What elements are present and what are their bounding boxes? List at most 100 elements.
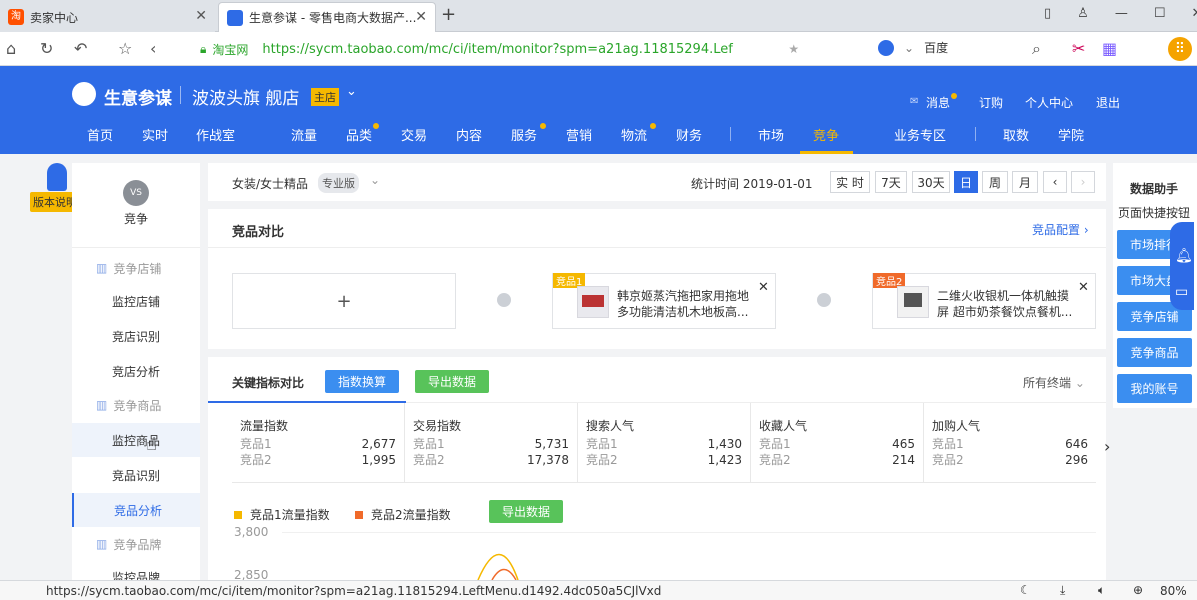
bell-icon[interactable]: 🔔︎: [1175, 248, 1193, 264]
top-link-profile[interactable]: 个人中心: [1025, 94, 1073, 111]
new-tab-button[interactable]: +: [441, 4, 456, 25]
period-month[interactable]: 月: [1012, 171, 1038, 193]
period-day[interactable]: 日: [954, 171, 978, 193]
rocket-icon: [47, 163, 67, 191]
night-mode-icon[interactable]: ☾: [1020, 583, 1031, 597]
skin-icon[interactable]: ♙: [1077, 6, 1089, 21]
sidebar-item-analyze-products[interactable]: 竞品分析: [72, 493, 200, 527]
minimize-icon[interactable]: —: [1115, 6, 1128, 21]
vs-separator-icon: [817, 293, 831, 307]
star-icon[interactable]: ★: [788, 42, 799, 56]
period-7days[interactable]: 7天: [875, 171, 907, 193]
nav-business[interactable]: 业务专区: [894, 125, 946, 144]
nav-academy[interactable]: 学院: [1058, 125, 1084, 144]
close-window-icon[interactable]: ✕: [1191, 6, 1197, 21]
compare-config-link[interactable]: 竞品配置 ›: [1032, 221, 1089, 238]
url-text[interactable]: https://sycm.taobao.com/mc/ci/item/monit…: [262, 42, 772, 57]
browser-tab-sycm[interactable]: 生意参谋 - 零售电商大数据产... ✕: [218, 2, 436, 32]
quick-my-account-button[interactable]: 我的账号: [1117, 374, 1192, 403]
nav-category[interactable]: 品类: [346, 125, 372, 144]
metric-trade[interactable]: 交易指数 竞品1 5,731 竞品2 17,378: [405, 403, 578, 483]
bookmark-star-icon[interactable]: ☆: [118, 39, 132, 58]
top-link-subscribe[interactable]: 订购: [979, 94, 1003, 111]
sidebar-item-monitor-shops[interactable]: 监控店铺: [72, 284, 200, 318]
shop-switch-chevron-icon[interactable]: ⌄: [346, 84, 357, 99]
brand-logo[interactable]: [72, 82, 96, 106]
chat-icon[interactable]: ▭: [1175, 284, 1188, 300]
metric-addcart[interactable]: 加购人气 竞品1 646 竞品2 296: [924, 403, 1096, 483]
scissors-icon[interactable]: ✂: [1072, 39, 1085, 58]
next-period-icon[interactable]: ›: [1071, 171, 1095, 193]
volume-icon[interactable]: 🔈︎: [1098, 583, 1105, 598]
close-tab-icon[interactable]: ✕: [415, 9, 427, 25]
maximize-icon[interactable]: ☐: [1154, 6, 1166, 21]
export-data-button[interactable]: 导出数据: [415, 370, 489, 393]
browser-tab-seller-center[interactable]: 淘 卖家中心 ✕: [0, 2, 215, 32]
top-link-logout[interactable]: 退出: [1096, 94, 1120, 111]
nav-warroom[interactable]: 作战室: [196, 125, 235, 144]
apps-icon[interactable]: ⠿: [1168, 37, 1192, 61]
period-week[interactable]: 周: [982, 171, 1008, 193]
product-card-2[interactable]: 竞品2 二维火收银机一体机触摸屏 超市奶茶餐饮点餐机... ✕: [872, 273, 1096, 329]
nav-logistics[interactable]: 物流: [621, 125, 647, 144]
product-card-1[interactable]: 竞品1 韩京姬蒸汽拖把家用拖地多功能清洁机木地板高... ✕: [552, 273, 776, 329]
nav-realtime[interactable]: 实时: [142, 125, 168, 144]
sidebar-item-monitor-products[interactable]: 监控商品: [72, 423, 200, 457]
prev-period-icon[interactable]: ‹: [1043, 171, 1067, 193]
top-link-messages[interactable]: 消息: [926, 94, 950, 111]
period-30days[interactable]: 30天: [912, 171, 950, 193]
address-bar[interactable]: 🔒︎ 淘宝网 https://sycm.taobao.com/mc/ci/ite…: [200, 37, 860, 61]
quick-competitor-products-button[interactable]: 竞争商品: [1117, 338, 1192, 367]
nav-fetch[interactable]: 取数: [1003, 125, 1029, 144]
product-name: 二维火收银机一体机触摸屏 超市奶茶餐饮点餐机...: [937, 289, 1073, 319]
nav-content[interactable]: 内容: [456, 125, 482, 144]
remove-product-icon[interactable]: ✕: [758, 280, 769, 295]
metric-traffic[interactable]: 流量指数 竞品1 2,677 竞品2 1,995: [232, 403, 405, 483]
nav-home[interactable]: 首页: [87, 125, 113, 144]
remove-product-icon[interactable]: ✕: [1078, 280, 1089, 295]
sidebar-item-monitor-brands[interactable]: 监控品牌: [72, 561, 200, 580]
url-site-label: 淘宝网: [212, 42, 249, 57]
back-icon[interactable]: ‹: [150, 39, 156, 58]
shop-name[interactable]: 波波头旗 舰店: [192, 84, 299, 109]
add-product-box[interactable]: +: [232, 273, 456, 329]
sidebar-item-identify-products[interactable]: 竞品识别: [72, 458, 200, 492]
undo-icon[interactable]: ↶: [74, 39, 87, 58]
stat-time-label: 统计时间 2019-01-01: [691, 177, 813, 191]
close-tab-icon[interactable]: ✕: [195, 8, 207, 24]
zoom-level[interactable]: 80%: [1160, 584, 1187, 598]
metric-search[interactable]: 搜索人气 竞品1 1,430 竞品2 1,423: [578, 403, 751, 483]
zoom-icon[interactable]: ⊕: [1133, 583, 1143, 597]
nav-trade[interactable]: 交易: [401, 125, 427, 144]
nav-service[interactable]: 服务: [511, 125, 537, 144]
tablet-mode-icon[interactable]: ▯: [1044, 6, 1051, 21]
sidebar-item-identify-shops[interactable]: 竞店识别: [72, 319, 200, 353]
chart-export-button[interactable]: 导出数据: [489, 500, 563, 523]
nav-market[interactable]: 市场: [758, 125, 784, 144]
sidebar-item-analyze-shops[interactable]: 竞店分析: [72, 354, 200, 388]
category-label[interactable]: 女装/女士精品: [232, 175, 308, 192]
search-engine-box[interactable]: ⌄ 百度: [878, 39, 948, 56]
download-icon[interactable]: ⤓: [1060, 583, 1065, 598]
dropdown-icon[interactable]: ⌄: [904, 41, 914, 55]
category-chevron-icon[interactable]: ⌄: [370, 173, 380, 187]
brand-name[interactable]: 生意参谋: [104, 84, 172, 109]
nav-competition[interactable]: 竞争: [813, 125, 839, 144]
search-icon[interactable]: ⌕: [1032, 39, 1041, 59]
index-convert-button[interactable]: 指数换算: [325, 370, 399, 393]
nav-traffic[interactable]: 流量: [291, 125, 317, 144]
extension-icon[interactable]: ▦: [1102, 39, 1117, 58]
next-metrics-icon[interactable]: ›: [1104, 437, 1110, 456]
period-realtime[interactable]: 实 时: [830, 171, 870, 193]
refresh-icon[interactable]: ↻: [40, 39, 53, 58]
terminal-select[interactable]: 所有终端 ⌄: [1023, 374, 1085, 391]
nav-finance[interactable]: 财务: [676, 125, 702, 144]
chart-legend-item[interactable]: 竞品1流量指数: [234, 506, 330, 523]
nav-marketing[interactable]: 营销: [566, 125, 592, 144]
nav-service-dot: [540, 123, 546, 129]
search-engine-label: 百度: [924, 41, 949, 55]
chart-legend-item[interactable]: 竞品2流量指数: [355, 506, 451, 523]
nav-category-dot: [373, 123, 379, 129]
home-icon[interactable]: ⌂: [6, 39, 16, 58]
metric-favorite[interactable]: 收藏人气 竞品1 465 竞品2 214: [751, 403, 924, 483]
